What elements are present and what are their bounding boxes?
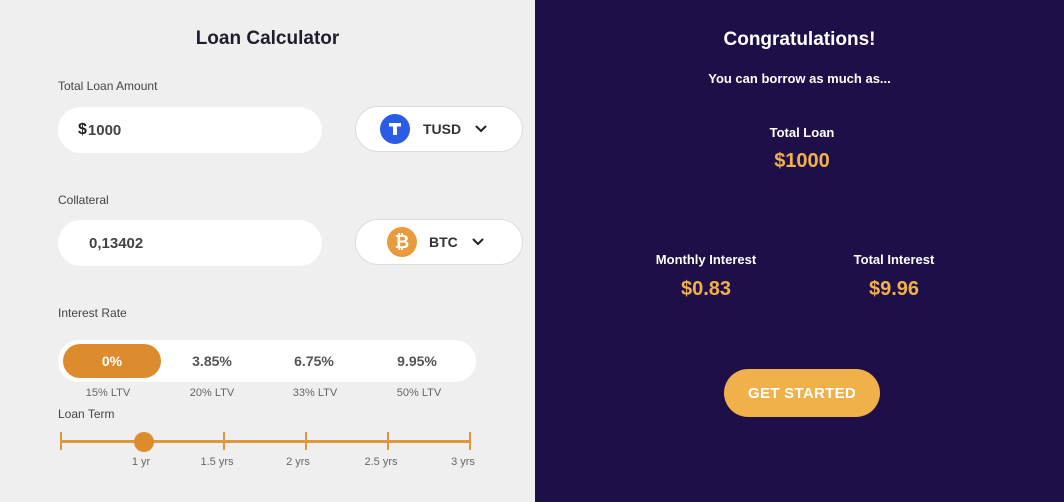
ltv-label-0: 15% LTV bbox=[85, 387, 131, 399]
term-label-2yrs: 2 yrs bbox=[286, 456, 310, 468]
result-panel: Congratulations! You can borrow as much … bbox=[535, 0, 1064, 502]
slider-tick bbox=[469, 432, 471, 450]
collateral-currency-symbol: BTC bbox=[429, 234, 458, 250]
collateral-input[interactable]: 0,13402 bbox=[58, 220, 322, 266]
loan-term-label: Loan Term bbox=[58, 407, 115, 421]
total-interest-label: Total Interest bbox=[853, 252, 935, 267]
interest-rate-label: Interest Rate bbox=[58, 306, 127, 320]
result-title: Congratulations! bbox=[723, 29, 876, 50]
slider-tick bbox=[60, 432, 62, 450]
rate-option-0[interactable]: 0% bbox=[63, 344, 161, 378]
calculator-title: Loan Calculator bbox=[195, 28, 340, 49]
ltv-label-3: 50% LTV bbox=[396, 387, 442, 399]
rate-option-1[interactable]: 3.85% bbox=[163, 344, 261, 378]
monthly-interest-value: $0.83 bbox=[680, 278, 732, 300]
get-started-button[interactable]: GET STARTED bbox=[724, 369, 880, 417]
monthly-interest-label: Monthly Interest bbox=[655, 252, 757, 267]
loan-term-slider-thumb[interactable] bbox=[134, 432, 154, 452]
collateral-currency-select[interactable]: ₿ BTC bbox=[355, 219, 523, 265]
tusd-icon bbox=[380, 114, 410, 144]
ltv-label-1: 20% LTV bbox=[189, 387, 235, 399]
interest-rate-selector: 0% 3.85% 6.75% 9.95% bbox=[58, 340, 476, 382]
slider-tick bbox=[223, 432, 225, 450]
calculator-panel: Loan Calculator Total Loan Amount $ 1000… bbox=[0, 0, 535, 502]
loan-amount-label: Total Loan Amount bbox=[58, 79, 158, 93]
slider-tick bbox=[387, 432, 389, 450]
currency-symbol: $ bbox=[78, 121, 87, 138]
loan-amount-input[interactable]: $ 1000 bbox=[58, 107, 322, 153]
total-loan-label: Total Loan bbox=[769, 125, 835, 140]
loan-currency-symbol: TUSD bbox=[423, 121, 462, 137]
collateral-value: 0,13402 bbox=[89, 234, 144, 252]
term-label-2-5yrs: 2.5 yrs bbox=[364, 456, 398, 468]
slider-tick bbox=[305, 432, 307, 450]
loan-amount-value: 1000 bbox=[87, 121, 122, 139]
total-interest-value: $9.96 bbox=[868, 278, 920, 300]
loan-term-slider-track[interactable] bbox=[60, 440, 471, 443]
ltv-label-2: 33% LTV bbox=[292, 387, 338, 399]
total-loan-value: $1000 bbox=[774, 150, 830, 172]
term-label-1-5yrs: 1.5 yrs bbox=[200, 456, 234, 468]
bitcoin-icon: ₿ bbox=[387, 227, 417, 257]
loan-currency-select[interactable]: TUSD bbox=[355, 106, 523, 152]
term-label-1yr: 1 yr bbox=[131, 456, 151, 468]
result-subtitle: You can borrow as much as... bbox=[708, 71, 891, 86]
rate-option-3[interactable]: 9.95% bbox=[368, 344, 466, 378]
rate-option-2[interactable]: 6.75% bbox=[265, 344, 363, 378]
collateral-label: Collateral bbox=[58, 193, 109, 207]
chevron-down-icon bbox=[475, 120, 487, 138]
term-label-3yrs: 3 yrs bbox=[451, 456, 475, 468]
chevron-down-icon bbox=[472, 233, 484, 251]
